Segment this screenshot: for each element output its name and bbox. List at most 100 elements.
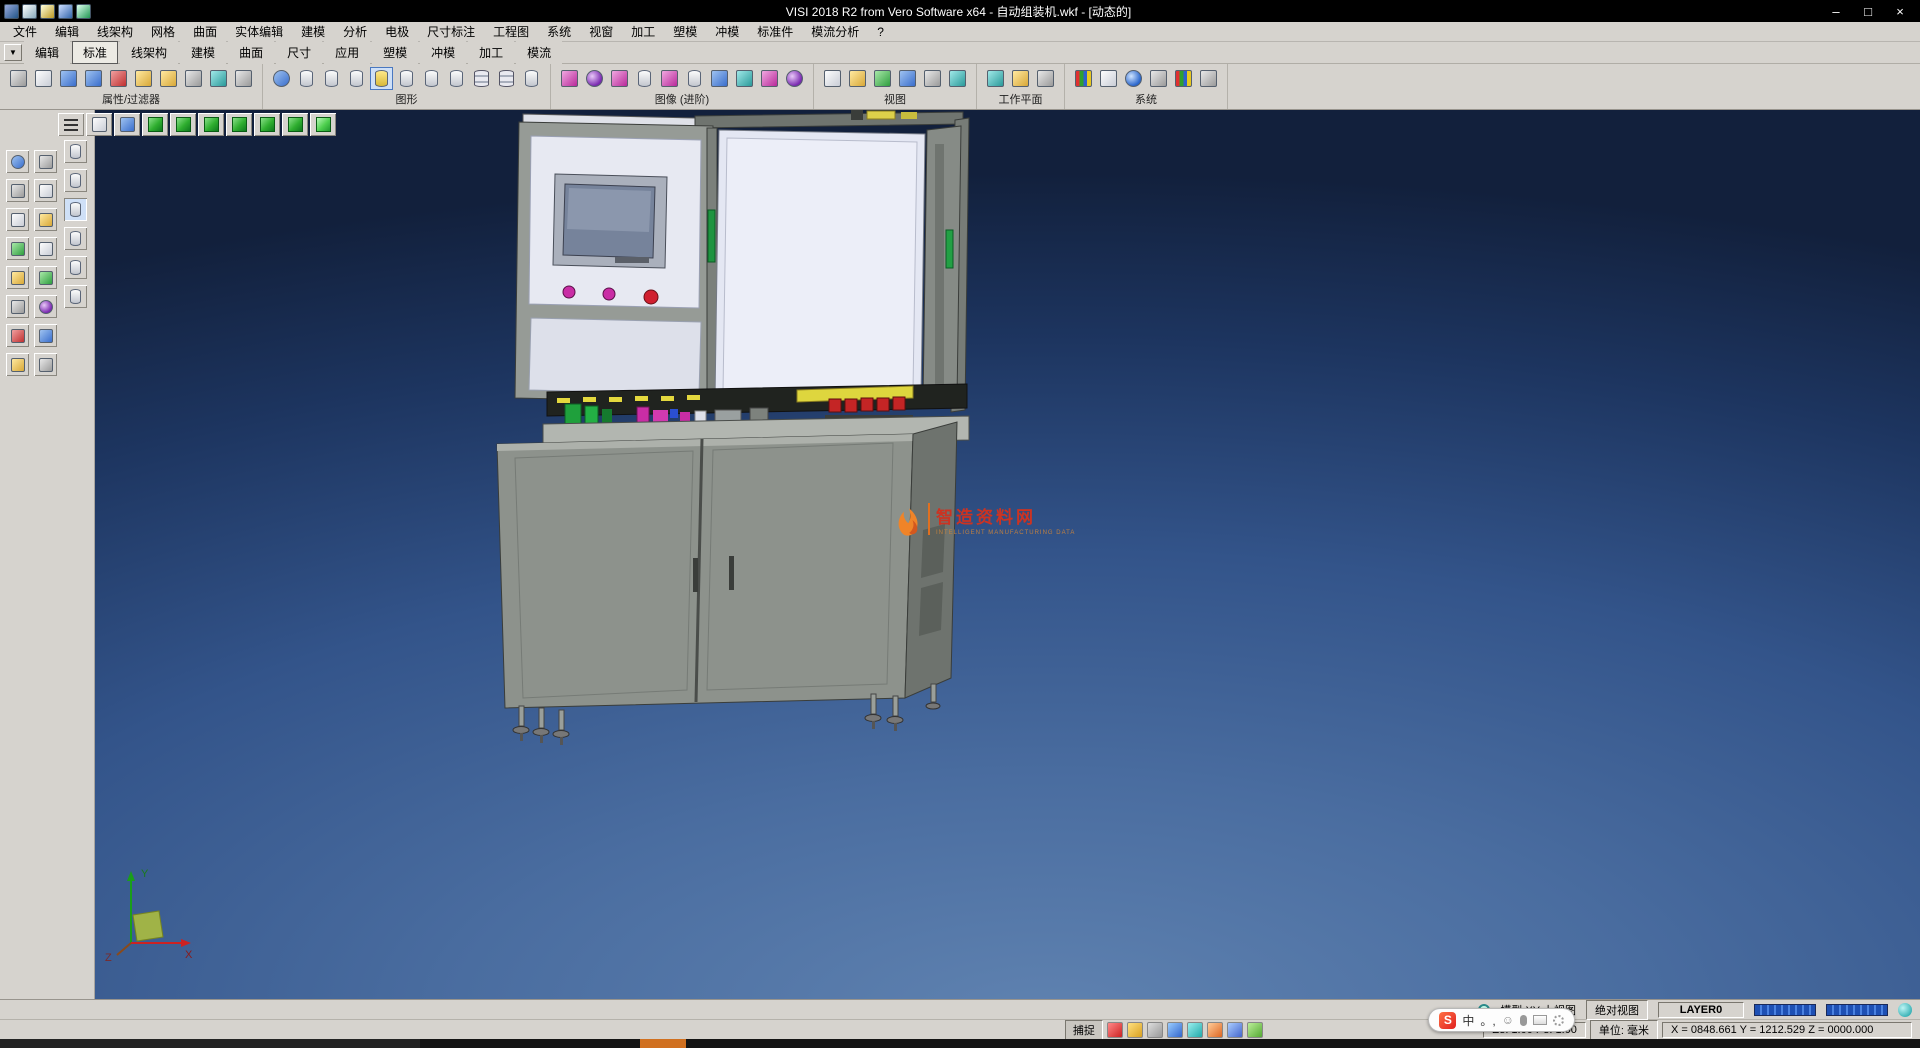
grid-settings-icon[interactable] bbox=[1172, 67, 1195, 90]
solid-slot-icon-1[interactable] bbox=[64, 140, 87, 163]
options-icon[interactable] bbox=[1197, 67, 1220, 90]
light-icon[interactable] bbox=[733, 67, 756, 90]
viewport-canvas[interactable]: 智造资料网 INTELLIGENT MANUFACTURING DATA Y X… bbox=[95, 110, 1920, 999]
filter-icon[interactable] bbox=[182, 67, 205, 90]
ghost-view-icon[interactable] bbox=[445, 67, 468, 90]
datum-icon[interactable] bbox=[6, 179, 29, 202]
rotate-view-icon[interactable] bbox=[896, 67, 919, 90]
track-icon[interactable] bbox=[1247, 1022, 1263, 1038]
ime-settings-icon[interactable] bbox=[1553, 1015, 1564, 1026]
view-shaded-icon[interactable] bbox=[114, 113, 140, 136]
sphere-icon[interactable] bbox=[34, 295, 57, 318]
tab-machining[interactable]: 加工 bbox=[468, 41, 514, 64]
named-views-icon[interactable] bbox=[946, 67, 969, 90]
shade-transparent-icon[interactable] bbox=[395, 67, 418, 90]
texture-icon[interactable] bbox=[558, 67, 581, 90]
view-top-icon[interactable] bbox=[170, 113, 196, 136]
solid-slot-icon-6[interactable] bbox=[64, 285, 87, 308]
ime-punct-label[interactable]: 。, bbox=[1480, 1012, 1495, 1029]
mirror-icon[interactable] bbox=[6, 295, 29, 318]
multi-solid-icon[interactable] bbox=[470, 67, 493, 90]
maximize-button[interactable]: □ bbox=[1852, 1, 1884, 21]
previous-view-icon[interactable] bbox=[921, 67, 944, 90]
taskbar-active-app[interactable] bbox=[640, 1039, 686, 1048]
move-icon[interactable] bbox=[6, 208, 29, 231]
workplane-reset-icon[interactable] bbox=[1034, 67, 1057, 90]
material-sphere-icon[interactable] bbox=[583, 67, 606, 90]
ime-mic-icon[interactable] bbox=[1520, 1015, 1527, 1026]
menu-modeling[interactable]: 建模 bbox=[292, 21, 334, 42]
magnet-snap-icon[interactable] bbox=[107, 67, 130, 90]
save-doc-icon[interactable] bbox=[58, 4, 73, 19]
tab-mould[interactable]: 塑模 bbox=[372, 41, 418, 64]
menu-electrode[interactable]: 电极 bbox=[376, 21, 418, 42]
menu-machining[interactable]: 加工 bbox=[622, 21, 664, 42]
tab-dimension[interactable]: 尺寸 bbox=[276, 41, 322, 64]
help-icon[interactable] bbox=[1167, 1022, 1183, 1038]
rotate-icon[interactable] bbox=[6, 237, 29, 260]
swap-layers-icon[interactable] bbox=[82, 67, 105, 90]
tab-progress[interactable]: 冲模 bbox=[420, 41, 466, 64]
color-faces-icon[interactable] bbox=[658, 67, 681, 90]
shade-rendered-icon[interactable] bbox=[370, 67, 393, 90]
menu-analysis[interactable]: 分析 bbox=[334, 21, 376, 42]
ime-lang-label[interactable]: 中 bbox=[1462, 1012, 1474, 1029]
world-icon[interactable] bbox=[1122, 67, 1145, 90]
box-icon[interactable] bbox=[34, 266, 57, 289]
layers-icon[interactable] bbox=[34, 353, 57, 376]
display-filter-icon[interactable] bbox=[32, 67, 55, 90]
calculator-icon[interactable] bbox=[1147, 67, 1170, 90]
transparency-icon[interactable] bbox=[683, 67, 706, 90]
undo-icon[interactable] bbox=[34, 324, 57, 347]
snap-toggle-button[interactable]: 捕捉 bbox=[1065, 1020, 1103, 1040]
measure-icon[interactable] bbox=[34, 208, 57, 231]
refresh-view-icon[interactable] bbox=[270, 67, 293, 90]
solid-slot-icon-5[interactable] bbox=[64, 256, 87, 279]
tab-modeling[interactable]: 建模 bbox=[180, 41, 226, 64]
scale-icon[interactable] bbox=[6, 266, 29, 289]
close-button[interactable]: × bbox=[1884, 1, 1916, 21]
swap-entities-icon[interactable] bbox=[57, 67, 80, 90]
new-doc-icon[interactable] bbox=[22, 4, 37, 19]
tab-dropdown-icon[interactable]: ▼ bbox=[4, 44, 22, 61]
highlight-edges-icon[interactable] bbox=[608, 67, 631, 90]
star-icon[interactable] bbox=[1127, 1022, 1143, 1038]
annotate-icon[interactable] bbox=[34, 237, 57, 260]
menu-mould[interactable]: 塑模 bbox=[664, 21, 706, 42]
workplane-entity-icon[interactable] bbox=[1009, 67, 1032, 90]
view-left-icon[interactable] bbox=[254, 113, 280, 136]
help-doc-icon[interactable] bbox=[76, 4, 91, 19]
menu-system[interactable]: 系统 bbox=[538, 21, 580, 42]
view-front-icon[interactable] bbox=[198, 113, 224, 136]
lock-solid-icon[interactable] bbox=[520, 67, 543, 90]
view-bottom-icon[interactable] bbox=[310, 113, 336, 136]
section-view-icon[interactable] bbox=[633, 67, 656, 90]
menu-flow-analysis[interactable]: 模流分析 bbox=[802, 21, 868, 42]
color-palette-icon[interactable] bbox=[1072, 67, 1095, 90]
sogou-logo-icon[interactable]: S bbox=[1439, 1012, 1456, 1029]
solid-slot-icon-3[interactable] bbox=[64, 198, 87, 221]
tab-standard[interactable]: 标准 bbox=[72, 41, 118, 64]
tab-surface[interactable]: 曲面 bbox=[228, 41, 274, 64]
filter-add-icon[interactable] bbox=[207, 67, 230, 90]
shade-solid-icon[interactable] bbox=[295, 67, 318, 90]
osnap-icon[interactable] bbox=[1227, 1022, 1243, 1038]
menu-progress[interactable]: 冲模 bbox=[706, 21, 748, 42]
menu-drawing[interactable]: 工程图 bbox=[484, 21, 538, 42]
view-blank-icon[interactable] bbox=[86, 113, 112, 136]
trim-icon[interactable] bbox=[34, 179, 57, 202]
settings-icon[interactable] bbox=[1147, 1022, 1163, 1038]
menu-edit[interactable]: 编辑 bbox=[46, 21, 88, 42]
printer-icon[interactable] bbox=[7, 67, 30, 90]
shade-hidden-icon[interactable] bbox=[345, 67, 368, 90]
open-doc-icon[interactable] bbox=[40, 4, 55, 19]
render-icon[interactable] bbox=[758, 67, 781, 90]
view-back-icon[interactable] bbox=[282, 113, 308, 136]
filter-clear-icon[interactable] bbox=[232, 67, 255, 90]
solid-slot-icon-2[interactable] bbox=[64, 169, 87, 192]
menu-window[interactable]: 视窗 bbox=[580, 21, 622, 42]
menu-dimension[interactable]: 尺寸标注 bbox=[418, 21, 484, 42]
match-properties-icon[interactable] bbox=[157, 67, 180, 90]
ime-keyboard-icon[interactable] bbox=[1533, 1015, 1547, 1025]
screen-settings-icon[interactable] bbox=[1097, 67, 1120, 90]
